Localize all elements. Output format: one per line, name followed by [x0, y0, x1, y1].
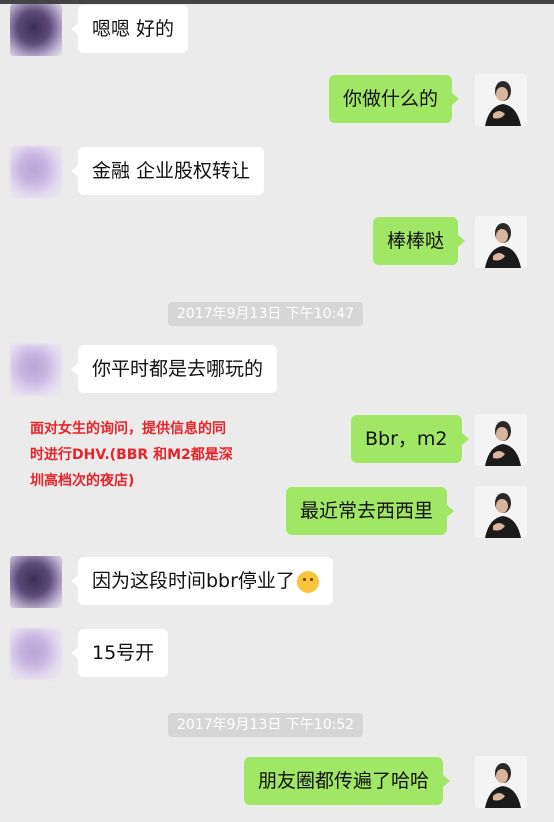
man-avatar-icon	[475, 756, 527, 808]
message-row: 嗯嗯 好的	[0, 2, 554, 58]
contact-avatar[interactable]	[10, 628, 62, 680]
user-avatar[interactable]	[475, 756, 527, 808]
man-avatar-icon	[475, 414, 527, 466]
timestamp: 2017年9月13日 下午10:47	[168, 302, 364, 326]
user-avatar[interactable]	[475, 74, 527, 126]
contact-avatar[interactable]	[10, 556, 62, 608]
message-bubble[interactable]: 你平时都是去哪玩的	[70, 345, 278, 393]
thinking-face-emoji-icon	[296, 570, 319, 593]
message-bubble[interactable]: 因为这段时间bbr停业了	[71, 557, 333, 605]
message-row: 金融 企业股权转让	[0, 144, 554, 200]
message-text: 因为这段时间bbr停业了	[92, 570, 295, 592]
user-avatar[interactable]	[475, 414, 527, 466]
contact-avatar[interactable]	[10, 4, 62, 56]
message-row: 棒棒哒	[0, 214, 554, 270]
user-avatar[interactable]	[475, 216, 527, 268]
message-row: 你平时都是去哪玩的	[0, 342, 554, 398]
message-row: Bbr，m2	[0, 412, 554, 468]
message-bubble[interactable]: 你做什么的	[329, 75, 460, 123]
message-row: 你做什么的	[0, 72, 554, 128]
timestamp: 2017年9月13日 下午10:52	[168, 713, 364, 737]
contact-avatar[interactable]	[10, 344, 62, 396]
man-avatar-icon	[475, 216, 527, 268]
man-avatar-icon	[475, 486, 527, 538]
message-row: 因为这段时间bbr停业了	[0, 554, 554, 610]
message-bubble[interactable]: 棒棒哒	[373, 217, 466, 265]
message-bubble[interactable]: Bbr，m2	[351, 415, 469, 463]
message-bubble[interactable]: 朋友圈都传遍了哈哈	[244, 757, 451, 805]
message-row: 朋友圈都传遍了哈哈	[0, 754, 554, 810]
message-bubble[interactable]: 嗯嗯 好的	[70, 5, 189, 53]
message-bubble[interactable]: 金融 企业股权转让	[70, 147, 265, 195]
message-bubble[interactable]: 15号开	[70, 629, 169, 677]
contact-avatar[interactable]	[10, 146, 62, 198]
man-avatar-icon	[475, 74, 527, 126]
message-row: 15号开	[0, 626, 554, 682]
message-row: 最近常去西西里	[0, 484, 554, 540]
message-bubble[interactable]: 最近常去西西里	[286, 487, 455, 535]
user-avatar[interactable]	[475, 486, 527, 538]
